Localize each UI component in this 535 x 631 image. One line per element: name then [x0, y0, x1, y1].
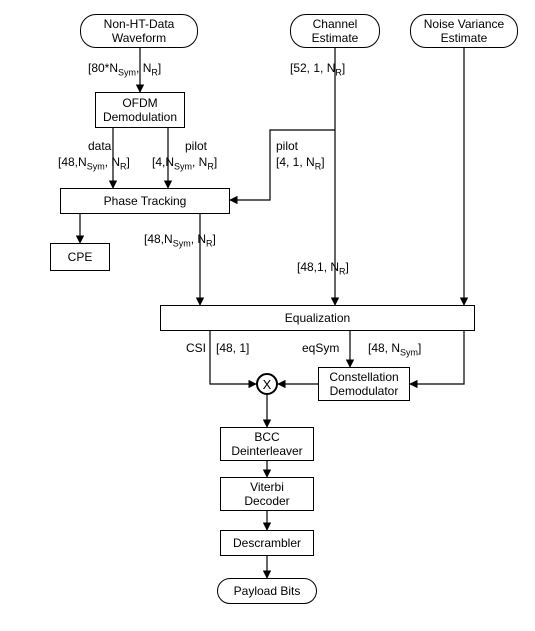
constellation-demodulator-block: Constellation Demodulator [318, 367, 410, 401]
equalization-block: Equalization [160, 305, 475, 331]
dim-48-nsym-nr-b: [48,NSym, NR] [144, 233, 216, 249]
label-data: data [88, 140, 111, 153]
dim-4-nsym-nr: [4,NSym, NR] [152, 156, 217, 172]
noise-variance-estimate-input: Noise Variance Estimate [410, 14, 518, 48]
channel-estimate-input: Channel Estimate [290, 14, 380, 48]
phase-tracking-block: Phase Tracking [60, 188, 230, 214]
dim-52-1-nr: [52, 1, NR] [290, 62, 345, 78]
label-pilot-a: pilot [185, 140, 207, 153]
payload-bits-output: Payload Bits [217, 578, 317, 604]
dim-48-nsym-c: [48, NSym] [368, 342, 421, 358]
viterbi-decoder-block: Viterbi Decoder [220, 477, 314, 511]
label-eqsym: eqSym [302, 342, 339, 355]
ofdm-demodulation-block: OFDM Demodulation [95, 92, 185, 128]
cpe-output: CPE [50, 243, 110, 271]
descrambler-block: Descrambler [220, 530, 314, 556]
dim-48-1-nr: [48,1, NR] [297, 261, 349, 277]
label-pilot-b: pilot [276, 140, 298, 153]
dim-48-nsym-nr-a: [48,NSym, NR] [58, 156, 130, 172]
dim-4-1-nr: [4, 1, NR] [276, 156, 325, 172]
dim-48-1: [48, 1] [216, 342, 249, 355]
nonht-data-waveform-input: Non-HT-Data Waveform [80, 14, 198, 48]
bcc-deinterleaver-block: BCC Deinterleaver [220, 427, 314, 461]
label-csi: CSI [186, 342, 206, 355]
dim-80nsym-nr: [80*NSym, NR] [88, 62, 161, 78]
multiply-node: X [256, 373, 278, 395]
